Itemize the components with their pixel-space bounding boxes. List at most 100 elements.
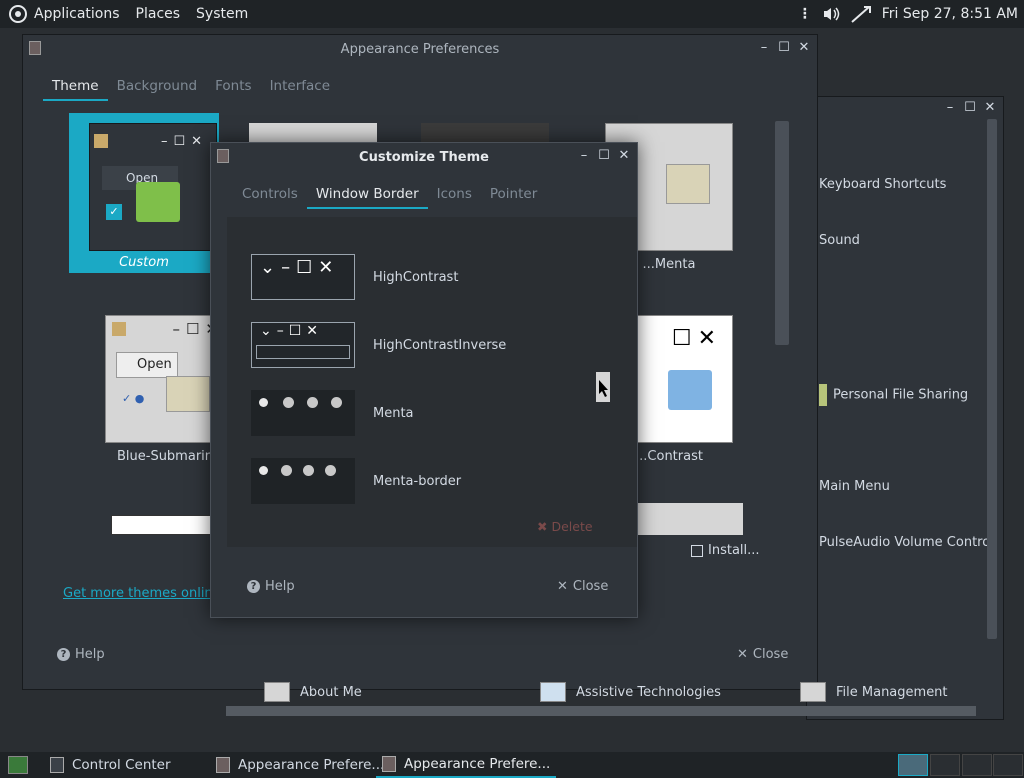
maximize-icon[interactable]: ☐ <box>963 101 977 115</box>
border-label: HighContrast <box>373 269 459 285</box>
border-label: Menta <box>373 405 414 421</box>
folder-icon <box>668 370 712 410</box>
tab-window-border[interactable]: Window Border <box>306 179 428 209</box>
border-preview: ⌄–☐✕ <box>251 254 355 300</box>
border-label: HighContrastInverse <box>373 337 507 353</box>
workspace-2[interactable] <box>930 754 960 776</box>
folder-icon <box>666 164 710 204</box>
strip-item-file-management[interactable]: File Management <box>800 682 948 702</box>
appearance-tabs: Theme Background Fonts Interface <box>43 71 339 101</box>
help-button[interactable]: ? Help <box>247 579 295 594</box>
strip-label: File Management <box>836 684 948 700</box>
theme-scrollbar[interactable] <box>775 121 789 345</box>
cc-item-main-menu[interactable]: Main Menu <box>819 479 890 494</box>
task-appearance-2[interactable]: Appearance Prefere... <box>376 752 557 778</box>
volume-icon[interactable] <box>822 6 840 22</box>
folder-icon <box>136 182 180 222</box>
tab-background[interactable]: Background <box>108 71 207 101</box>
strip-item-assistive-technologies[interactable]: Assistive Technologies <box>540 682 721 702</box>
list-item[interactable]: ⌄–☐✕ HighContrast <box>251 249 611 305</box>
dot-icon <box>307 397 318 408</box>
network-icon[interactable] <box>850 5 872 23</box>
horizontal-scrollbar[interactable] <box>226 706 976 716</box>
install-icon <box>691 544 703 557</box>
theme-preview: –☐✕ Open ✓ <box>89 123 217 251</box>
palette-icon <box>112 322 126 336</box>
folder-icon <box>819 384 827 406</box>
workspace-1[interactable] <box>898 754 928 776</box>
cc-item-personal-file-sharing[interactable]: Personal File Sharing <box>819 384 968 406</box>
border-preview: ⌄–☐✕ <box>251 322 355 368</box>
close-icon[interactable]: ✕ <box>983 101 997 115</box>
places-menu[interactable]: Places <box>128 0 189 28</box>
mouse-pointer-icon <box>596 372 610 402</box>
control-center-window-buttons: – ☐ ✕ <box>943 101 997 115</box>
minimize-icon[interactable]: – <box>943 101 957 115</box>
about-me-icon <box>264 682 290 702</box>
close-button[interactable]: ✕ Close <box>737 647 788 662</box>
tab-fonts[interactable]: Fonts <box>206 71 260 101</box>
install-button[interactable]: Install... <box>691 543 760 558</box>
system-menu[interactable]: System <box>188 0 256 28</box>
customize-titlebar[interactable]: Customize Theme <box>211 143 637 171</box>
window-controls-icon: –☐✕ <box>160 134 208 149</box>
install-label: Install... <box>708 543 760 558</box>
window-controls-icon: ☐✕ <box>671 326 722 351</box>
border-preview <box>251 390 355 436</box>
list-item[interactable]: ⌄–☐✕ HighContrastInverse <box>251 317 611 373</box>
tab-pointer[interactable]: Pointer <box>481 179 546 209</box>
close-button[interactable]: ✕ Close <box>557 579 608 594</box>
workspace-3[interactable] <box>962 754 992 776</box>
more-icon[interactable]: ⋮ <box>798 6 812 22</box>
window-controls-icon: ⌄–☐✕ <box>260 323 324 339</box>
task-appearance-1[interactable]: Appearance Prefere... <box>210 752 390 778</box>
minimize-icon[interactable]: – <box>577 149 591 163</box>
cc-item-keyboard-shortcuts[interactable]: Keyboard Shortcuts <box>819 177 946 192</box>
theme-custom[interactable]: –☐✕ Open ✓ Custom <box>69 113 219 273</box>
cc-item-sound[interactable]: Sound <box>819 233 860 248</box>
help-button[interactable]: ? Help <box>57 647 105 662</box>
customize-window-buttons: – ☐ ✕ <box>577 149 631 163</box>
strip-label: About Me <box>300 684 362 700</box>
show-desktop-icon[interactable] <box>8 756 28 774</box>
task-control-center[interactable]: Control Center <box>44 752 177 778</box>
tab-controls[interactable]: Controls <box>233 179 307 209</box>
theme-preview-partial[interactable] <box>111 515 219 535</box>
maximize-icon[interactable]: ☐ <box>597 149 611 163</box>
more-themes-link[interactable]: Get more themes online <box>63 586 221 601</box>
minimize-icon[interactable]: – <box>757 41 771 55</box>
help-icon: ? <box>247 580 260 593</box>
applications-menu[interactable]: Applications <box>0 0 128 28</box>
help-icon: ? <box>57 648 70 661</box>
appearance-window-buttons: – ☐ ✕ <box>757 41 811 55</box>
window-controls-icon: ⌄–☐✕ <box>260 257 340 278</box>
folder-icon <box>166 376 210 412</box>
tab-theme[interactable]: Theme <box>43 71 108 101</box>
appearance-titlebar[interactable]: Appearance Preferences <box>23 35 817 63</box>
strip-item-about-me[interactable]: About Me <box>264 682 362 702</box>
taskbar: Control Center Appearance Prefere... App… <box>0 752 1024 778</box>
close-label: Close <box>572 579 609 594</box>
close-icon: ✕ <box>737 647 748 662</box>
window-border-list: ⌄–☐✕ HighContrast ⌄–☐✕ HighContrastInver… <box>227 217 637 547</box>
tab-icons[interactable]: Icons <box>428 179 481 209</box>
workspace-4[interactable] <box>993 754 1023 776</box>
close-icon[interactable]: ✕ <box>617 149 631 163</box>
maximize-icon[interactable]: ☐ <box>777 41 791 55</box>
delete-label: Delete <box>551 519 593 534</box>
border-label: Menta-border <box>373 473 462 489</box>
task-label: Appearance Prefere... <box>238 757 385 773</box>
control-center-window: – ☐ ✕ Keyboard Shortcuts Sound Personal … <box>806 96 1004 720</box>
cc-item-pulseaudio[interactable]: PulseAudio Volume Control <box>819 535 994 550</box>
control-center-scrollbar[interactable] <box>987 119 997 639</box>
list-item[interactable]: Menta-border <box>251 453 611 509</box>
appearance-icon <box>382 756 396 772</box>
close-icon[interactable]: ✕ <box>797 41 811 55</box>
tab-interface[interactable]: Interface <box>261 71 339 101</box>
list-item[interactable]: Menta <box>251 385 611 441</box>
dot-icon <box>259 398 268 407</box>
border-frame <box>256 345 350 359</box>
clock[interactable]: Fri Sep 27, 8:51 AM <box>882 6 1018 22</box>
file-management-icon <box>800 682 826 702</box>
delete-button[interactable]: ✖ Delete <box>537 519 593 534</box>
